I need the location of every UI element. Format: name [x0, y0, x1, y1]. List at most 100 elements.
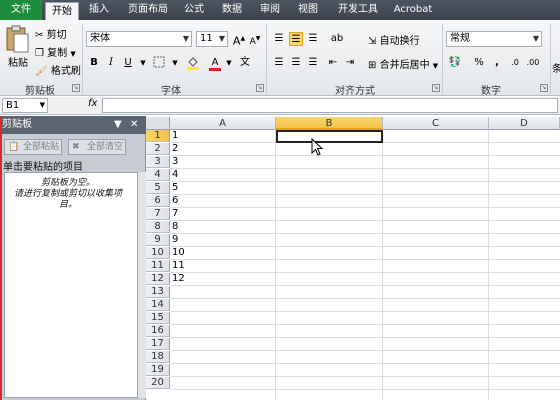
wrap-text-button[interactable]: ⇲ 自动换行 [368, 32, 420, 48]
cell-a[interactable]: 7 [172, 208, 178, 220]
bold-button[interactable]: B [87, 56, 101, 70]
column-header-b[interactable]: B [276, 117, 383, 130]
row-header[interactable]: 10 [146, 247, 170, 259]
cell-a[interactable]: 9 [172, 234, 178, 246]
row-header[interactable]: 16 [146, 325, 170, 337]
row-header[interactable]: 13 [146, 286, 170, 298]
cell-a[interactable]: 8 [172, 221, 178, 233]
decrease-indent-button[interactable]: ⇤ [326, 56, 340, 70]
format-painter-button[interactable]: 🖌 格式刷 [35, 62, 81, 78]
row-header[interactable]: 20 [146, 377, 170, 389]
shrink-font-button[interactable]: A▼ [248, 32, 262, 47]
tab-view[interactable]: 视图 [294, 0, 322, 20]
cell-a[interactable]: 1 [172, 130, 178, 142]
chevron-down-icon[interactable]: ▼ [136, 56, 150, 70]
column-header-a[interactable]: A [170, 117, 276, 130]
borders-button[interactable] [152, 56, 166, 70]
column-header-c[interactable]: C [383, 117, 489, 130]
row-header[interactable]: 1 [146, 130, 170, 142]
underline-button[interactable]: U [121, 56, 135, 70]
row-header[interactable]: 11 [146, 260, 170, 272]
row-header[interactable]: 17 [146, 338, 170, 350]
chevron-down-icon[interactable]: ▼ [222, 56, 236, 70]
conditional-format-button[interactable]: 条 [552, 60, 560, 75]
alignment-launcher-icon[interactable]: ↘ [432, 84, 440, 92]
pane-options-icon[interactable]: ▼ [114, 116, 122, 134]
row-header[interactable]: 3 [146, 156, 170, 168]
row-header[interactable]: 7 [146, 208, 170, 220]
chevron-down-icon[interactable]: ▼ [168, 56, 182, 70]
merge-center-button[interactable]: ⊞ 合并后居中 ▼ [368, 56, 438, 72]
font-name-select[interactable]: 宋体 ▼ [86, 31, 192, 47]
tab-page-layout[interactable]: 页面布局 [124, 0, 172, 20]
active-cell-b1[interactable] [276, 130, 383, 143]
pane-scrollbar[interactable] [138, 172, 146, 398]
comma-button[interactable]: , [490, 56, 504, 70]
row-header[interactable]: 18 [146, 351, 170, 363]
tab-acrobat[interactable]: Acrobat [390, 0, 436, 20]
font-color-button[interactable]: A [208, 56, 222, 71]
paste-button[interactable]: 粘贴 [4, 24, 32, 76]
clear-all-button[interactable]: ✖ 全部清空 [68, 139, 126, 155]
italic-button[interactable]: I [104, 56, 118, 70]
align-center-button[interactable]: ☰ [289, 56, 303, 70]
row-header[interactable]: 5 [146, 182, 170, 194]
row-header[interactable]: 8 [146, 221, 170, 233]
row-header[interactable]: 14 [146, 299, 170, 311]
orientation-button[interactable]: ab [330, 32, 344, 46]
copy-button[interactable]: ❐ 复制 ▼ [35, 44, 76, 60]
close-icon[interactable]: ✕ [130, 116, 138, 134]
align-top-button[interactable]: ☰ [272, 32, 286, 46]
chevron-down-icon: ▼ [182, 34, 189, 43]
row-header[interactable]: 9 [146, 234, 170, 246]
select-all-corner[interactable] [146, 117, 170, 130]
increase-indent-button[interactable]: ⇥ [343, 56, 357, 70]
cell-a[interactable]: 10 [172, 247, 185, 259]
increase-decimal-button[interactable]: .0 [508, 56, 522, 70]
cell-a[interactable]: 2 [172, 143, 178, 155]
fill-color-button[interactable] [186, 56, 200, 70]
cut-button[interactable]: ✂ 剪切 [35, 26, 67, 42]
align-right-button[interactable]: ☰ [306, 56, 320, 70]
align-middle-button[interactable]: ☰ [289, 32, 303, 46]
percent-button[interactable]: % [472, 56, 486, 70]
tab-file[interactable]: 文件 [0, 0, 42, 20]
gridline [170, 272, 560, 273]
row-header[interactable]: 12 [146, 273, 170, 285]
tab-developer[interactable]: 开发工具 [334, 0, 382, 20]
paste-all-button[interactable]: 📋 全部粘贴 [4, 139, 62, 155]
name-box[interactable]: B1 ▼ [2, 98, 48, 113]
cell-a[interactable]: 5 [172, 182, 178, 194]
clipboard-launcher-icon[interactable]: ↘ [72, 84, 80, 92]
column-header-d[interactable]: D [489, 117, 560, 130]
tab-insert[interactable]: 插入 [84, 0, 114, 20]
row-header[interactable]: 6 [146, 195, 170, 207]
align-left-button[interactable]: ☰ [272, 56, 286, 70]
cell-a[interactable]: 4 [172, 169, 178, 181]
number-launcher-icon[interactable]: ↘ [540, 84, 548, 92]
tab-home[interactable]: 开始 [45, 2, 79, 20]
font-size-select[interactable]: 11 ▼ [196, 31, 228, 47]
cell-a[interactable]: 6 [172, 195, 178, 207]
cell-a[interactable]: 3 [172, 156, 178, 168]
cell-a[interactable]: 11 [172, 260, 185, 272]
tab-data[interactable]: 数据 [218, 0, 246, 20]
tab-review[interactable]: 审阅 [256, 0, 284, 20]
decrease-decimal-button[interactable]: .00 [526, 56, 540, 70]
row-header[interactable]: 19 [146, 364, 170, 376]
number-format-select[interactable]: 常规 ▼ [446, 31, 542, 47]
insert-function-icon[interactable]: fx [88, 98, 97, 109]
align-right-icon: ☰ [308, 57, 318, 68]
row-header[interactable]: 2 [146, 143, 170, 155]
formula-input[interactable] [102, 98, 558, 113]
decrease-decimal-icon: .00 [526, 58, 540, 67]
row-header[interactable]: 4 [146, 169, 170, 181]
grow-font-button[interactable]: A▲ [232, 32, 246, 48]
row-header[interactable]: 15 [146, 312, 170, 324]
tab-formulas[interactable]: 公式 [180, 0, 208, 20]
phonetic-button[interactable]: 文 [238, 56, 252, 70]
font-launcher-icon[interactable]: ↘ [256, 84, 264, 92]
cell-a[interactable]: 12 [172, 273, 185, 285]
currency-button[interactable]: 💱 [448, 56, 462, 70]
align-bottom-button[interactable]: ☰ [306, 32, 320, 46]
